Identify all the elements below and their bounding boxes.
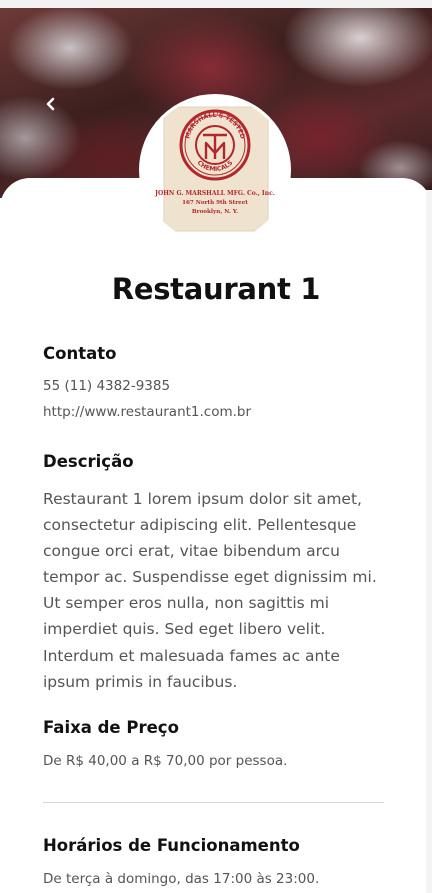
- status-bar-strip: [0, 0, 432, 8]
- price-text: De R$ 40,00 a R$ 70,00 por pessoa.: [43, 753, 288, 769]
- logo-company-line2: 167 North 9th Street: [182, 200, 248, 206]
- contact-heading: Contato: [43, 344, 117, 363]
- hours-heading: Horários de Funcionamento: [43, 836, 300, 855]
- logo-company-line1: JOHN G. MARSHALL MFG. Co., Inc.: [154, 190, 275, 197]
- logo-company-line3: Brooklyn, N. Y.: [192, 209, 238, 215]
- description-heading: Descrição: [43, 452, 134, 471]
- section-divider: [43, 802, 384, 803]
- restaurant-logo: MARSHALL'S TESTED CHEMICALS JOHN G. MARS…: [139, 94, 291, 246]
- contact-phone[interactable]: 55 (11) 4382-9385: [43, 378, 170, 394]
- price-heading: Faixa de Preço: [43, 718, 179, 737]
- chevron-left-icon: [45, 96, 57, 115]
- restaurant-name: Restaurant 1: [111, 272, 321, 306]
- description-text: Restaurant 1 lorem ipsum dolor sit amet,…: [43, 490, 377, 691]
- back-button[interactable]: [38, 92, 64, 118]
- contact-website[interactable]: http://www.restaurant1.com.br: [43, 404, 251, 420]
- hours-text: De terça à domingo, das 17:00 às 23:00.: [43, 871, 320, 887]
